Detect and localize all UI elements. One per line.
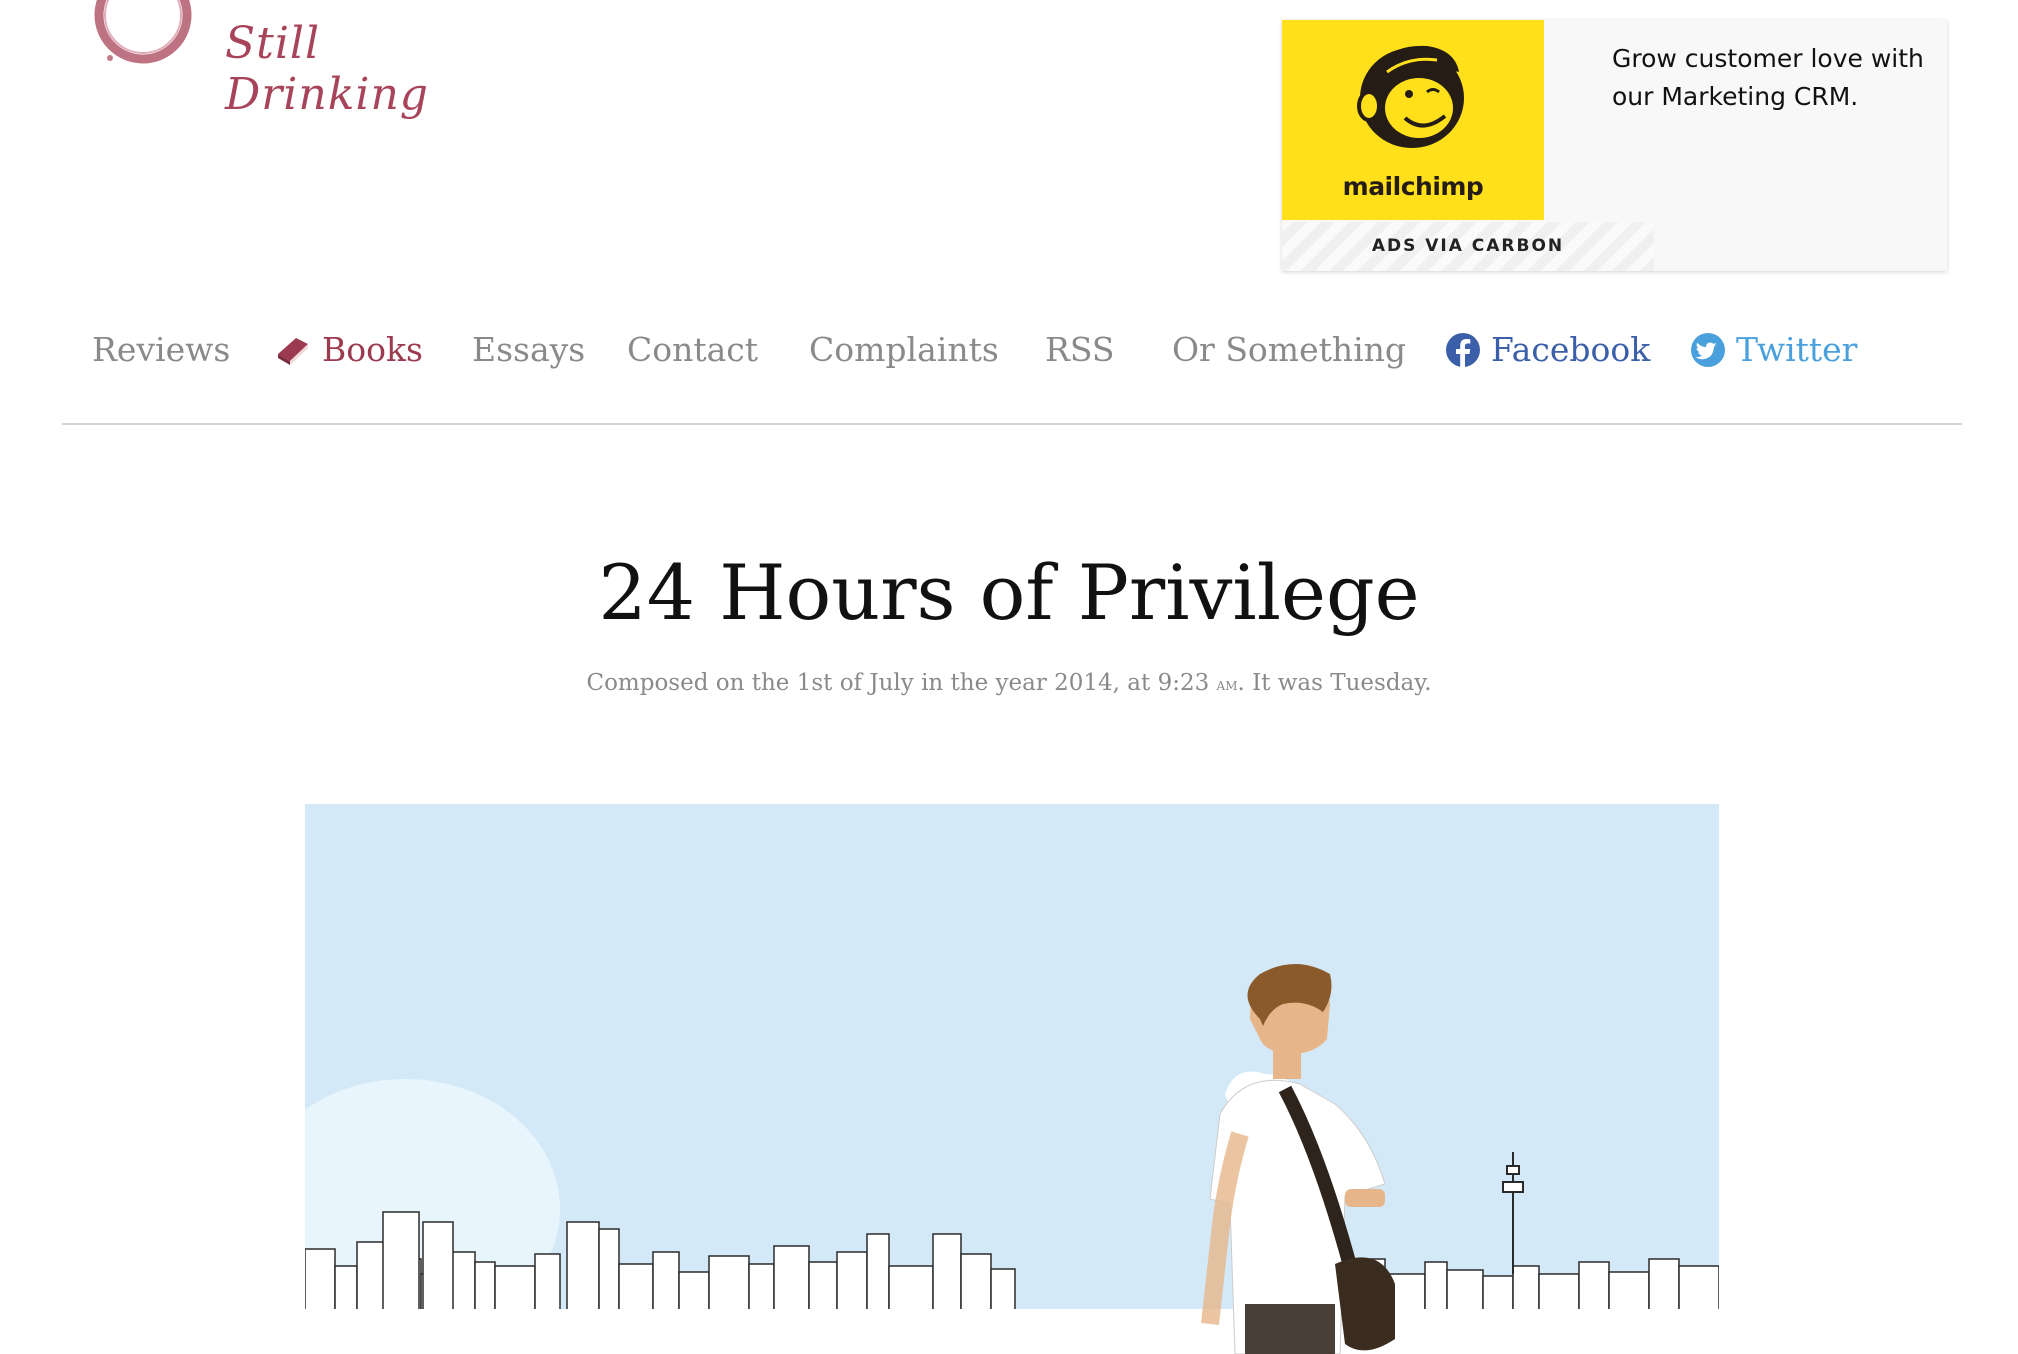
nav-complaints[interactable]: Complaints: [809, 330, 999, 369]
nav-label: Reviews: [92, 330, 231, 369]
article-dateline: Composed on the 1st of July in the year …: [0, 670, 2018, 696]
ad-brand: mailchimp: [1342, 172, 1484, 201]
wine-ring-icon: [94, 0, 192, 64]
dateline-ampm: am: [1216, 675, 1238, 695]
nav-label: Facebook: [1491, 330, 1651, 369]
nav-rss[interactable]: RSS: [1045, 330, 1114, 369]
nav-label: Contact: [627, 330, 759, 369]
nav-label: Or Something: [1172, 330, 1407, 369]
carbon-ad[interactable]: mailchimp Grow customer love with our Ma…: [1282, 20, 1947, 271]
nav-books[interactable]: Books: [274, 330, 423, 369]
logo-text: Still Drinking: [225, 18, 429, 120]
nav-essays[interactable]: Essays: [472, 330, 585, 369]
twitter-icon: [1691, 332, 1725, 367]
nav-label: Twitter: [1736, 330, 1858, 369]
mailchimp-logo-icon: [1357, 45, 1464, 148]
ad-text[interactable]: Grow customer love with our Marketing CR…: [1612, 40, 1932, 116]
nav-label: Essays: [472, 330, 586, 369]
book-icon: [278, 337, 308, 365]
nav-divider: [62, 423, 1962, 425]
nav-reviews[interactable]: Reviews: [92, 330, 230, 369]
dateline-suffix: . It was Tuesday.: [1237, 670, 1432, 696]
nav-or-something[interactable]: Or Something: [1172, 330, 1406, 369]
nav-contact[interactable]: Contact: [627, 330, 758, 369]
hero-illustration: [305, 804, 1719, 1354]
city-skyline-illustration: [305, 804, 1719, 1354]
ad-image[interactable]: mailchimp: [1282, 20, 1544, 220]
main-nav: Reviews Books Essays Contact Complaints …: [62, 310, 1962, 400]
site-logo[interactable]: Still Drinking: [80, 0, 460, 120]
ads-via-carbon-link[interactable]: ADS VIA CARBON: [1282, 222, 1654, 271]
article-title: 24 Hours of Privilege: [598, 548, 1420, 637]
nav-label: Books: [322, 330, 423, 369]
facebook-icon: [1446, 332, 1480, 368]
nav-label: RSS: [1045, 330, 1115, 369]
nav-twitter[interactable]: Twitter: [1690, 330, 1857, 369]
nav-facebook[interactable]: Facebook: [1445, 330, 1650, 369]
dateline-text: Composed on the 1st of July in the year …: [586, 670, 1210, 696]
nav-label: Complaints: [809, 330, 999, 369]
